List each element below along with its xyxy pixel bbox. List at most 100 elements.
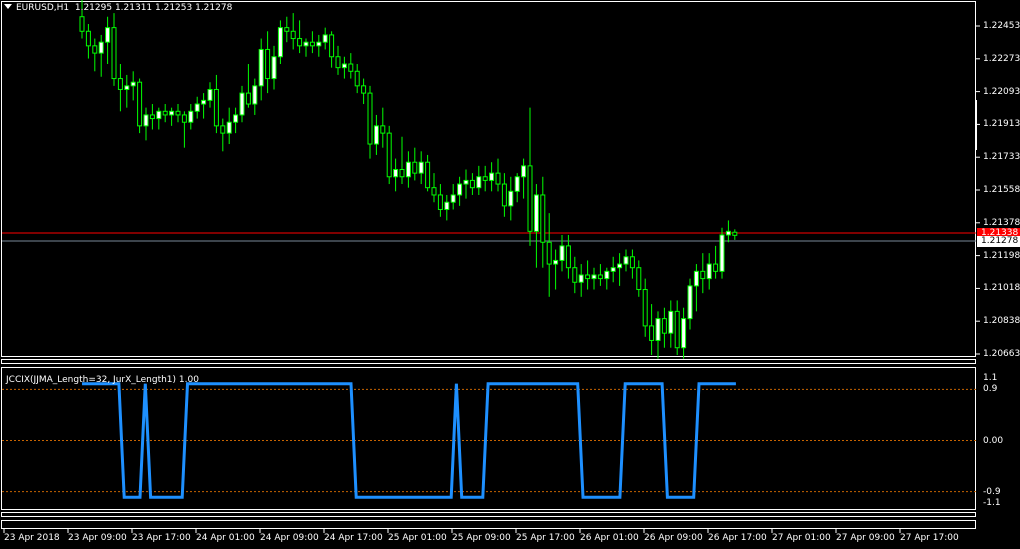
bear-candle xyxy=(354,70,360,87)
bear-candle xyxy=(290,30,296,40)
bull-candle xyxy=(514,176,520,192)
bear-candle xyxy=(380,125,386,134)
bull-candle xyxy=(578,274,584,283)
bear-candle xyxy=(585,274,591,280)
bull-candle xyxy=(681,318,687,349)
bull-candle xyxy=(201,99,207,105)
bear-candle xyxy=(245,92,251,105)
bull-candle xyxy=(341,63,347,69)
bull-candle xyxy=(655,318,661,341)
bear-candle xyxy=(220,125,226,134)
bull-candle xyxy=(444,201,450,211)
indicator-tick-label: 0.00 xyxy=(983,435,1004,446)
time-tick-label: 27 Apr 17:00 xyxy=(900,533,959,543)
bull-candle xyxy=(124,85,130,90)
main-chart-header: EURUSD,H1 1.21295 1.21311 1.21253 1.2127… xyxy=(4,3,232,14)
bear-candle xyxy=(540,194,546,243)
bear-candle xyxy=(437,194,443,211)
bull-candle xyxy=(322,34,328,43)
time-tick-label: 26 Apr 17:00 xyxy=(708,533,767,543)
bull-candle xyxy=(98,41,104,54)
bear-candle xyxy=(469,179,475,189)
price-tick-label: 1.21198 xyxy=(983,250,1020,261)
bull-candle xyxy=(373,125,379,145)
bear-candle xyxy=(181,114,187,123)
bear-candle xyxy=(713,263,719,272)
price-tick-label: 1.21913 xyxy=(983,119,1020,130)
bear-candle xyxy=(85,30,91,47)
chart-canvas[interactable] xyxy=(0,0,1020,549)
bull-candle xyxy=(559,245,565,261)
bull-candle xyxy=(623,256,629,265)
bull-candle xyxy=(277,27,283,58)
bull-candle xyxy=(194,103,200,112)
bear-candle xyxy=(309,41,315,47)
bull-candle xyxy=(226,121,232,134)
bear-candle xyxy=(565,245,571,269)
bull-candle xyxy=(668,310,674,334)
time-tick-label: 24 Apr 17:00 xyxy=(324,533,383,543)
bear-candle xyxy=(431,187,437,196)
bid-price-tag: 1.21278 xyxy=(977,236,1020,247)
bull-candle xyxy=(239,92,245,116)
bear-candle xyxy=(732,231,738,236)
bull-candle xyxy=(188,110,194,123)
indicator-header: JCCIX(JJMA_Length=32, JurX_Length1) 1.00 xyxy=(6,375,199,385)
price-tick-label: 1.21733 xyxy=(983,152,1020,163)
price-tick-label: 1.21018 xyxy=(983,283,1020,294)
bear-candle xyxy=(674,310,680,349)
price-tick-label: 1.21558 xyxy=(983,185,1020,195)
bear-candle xyxy=(386,132,392,178)
time-tick-label: 23 Apr 17:00 xyxy=(132,533,191,543)
bull-candle xyxy=(489,172,495,181)
bear-candle xyxy=(79,16,85,32)
time-tick-label: 25 Apr 01:00 xyxy=(388,533,447,543)
bear-candle xyxy=(92,45,98,54)
time-tick-label: 27 Apr 01:00 xyxy=(772,533,831,543)
bear-candle xyxy=(111,27,117,80)
bull-candle xyxy=(271,56,277,80)
bear-candle xyxy=(546,241,552,265)
bear-candle xyxy=(412,161,418,174)
bear-candle xyxy=(642,289,648,327)
bull-candle xyxy=(130,81,136,87)
bear-candle xyxy=(297,38,303,47)
bull-candle xyxy=(553,259,559,265)
price-tick-label: 1.22273 xyxy=(983,53,1020,64)
bull-candle xyxy=(463,179,469,185)
bull-candle xyxy=(405,161,411,178)
bear-candle xyxy=(175,110,181,116)
bull-candle xyxy=(533,194,539,232)
indicator-tick-label: -1.1 xyxy=(983,498,1001,508)
bull-candle xyxy=(693,270,699,287)
bull-candle xyxy=(450,194,456,203)
bear-candle xyxy=(162,110,168,116)
time-tick-label: 24 Apr 09:00 xyxy=(260,533,319,543)
bear-candle xyxy=(284,27,290,32)
price-tick-label: 1.20838 xyxy=(983,316,1020,327)
bull-candle xyxy=(393,168,399,178)
indicator-tick-label: 0.9 xyxy=(983,384,998,395)
bear-candle xyxy=(700,270,706,280)
bull-candle xyxy=(457,183,463,196)
bear-candle xyxy=(527,165,533,232)
time-tick-label: 27 Apr 09:00 xyxy=(836,533,895,543)
bear-candle xyxy=(482,176,488,181)
bear-candle xyxy=(597,274,603,280)
bull-candle xyxy=(476,176,482,189)
bear-candle xyxy=(213,88,219,127)
chart-menu-icon[interactable] xyxy=(4,4,12,9)
bull-candle xyxy=(303,41,309,47)
time-tick-label: 23 Apr 09:00 xyxy=(68,533,127,543)
bull-candle xyxy=(725,230,731,236)
bull-candle xyxy=(169,110,175,116)
bull-candle xyxy=(156,110,162,120)
ohlc-label: 1.21295 1.21311 1.21253 1.21278 xyxy=(74,3,233,13)
bull-candle xyxy=(687,285,693,320)
bear-candle xyxy=(335,56,341,69)
price-tick-label: 1.21378 xyxy=(983,217,1020,228)
bull-candle xyxy=(719,234,725,272)
bear-candle xyxy=(265,48,271,80)
bull-candle xyxy=(617,263,623,269)
bull-candle xyxy=(604,270,610,280)
